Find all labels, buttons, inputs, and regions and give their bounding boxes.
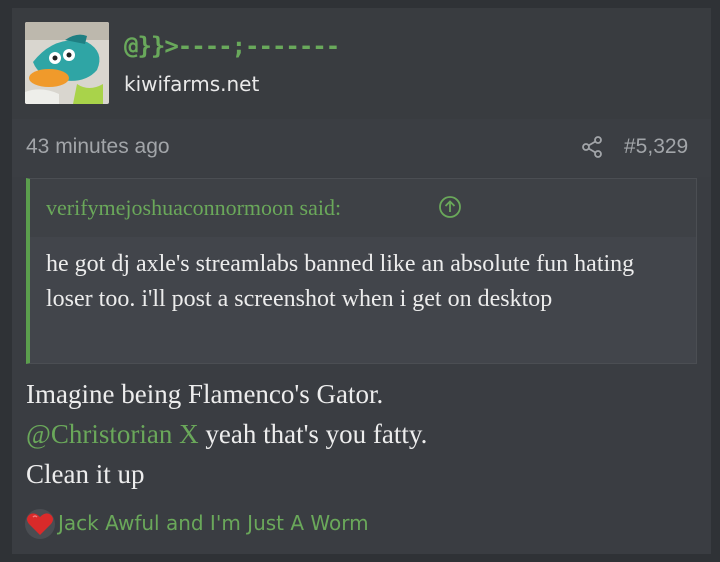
post-number-link[interactable]: #5,329 [624,135,688,159]
user-mention-link[interactable]: @Christorian X [26,419,199,449]
platypus-avatar-icon[interactable] [25,22,109,104]
quote-block: verifymejoshuaconnormoon said: he got dj… [26,178,697,364]
heart-icon[interactable] [24,508,56,540]
arrow-up-circle-icon[interactable] [438,195,462,219]
quote-text: he got dj axle's streamlabs banned like … [46,251,635,312]
message-line-2-text: yeah that's you fatty. [198,419,428,449]
username-link[interactable]: @}}>----;------- [124,32,340,60]
post-meta-bar: 43 minutes ago #5,329 [12,119,711,177]
message-line-1: Imagine being Flamenco's Gator. [26,379,384,409]
post-message: Imagine being Flamenco's Gator. @Christo… [26,374,696,494]
post-timestamp[interactable]: 43 minutes ago [26,135,170,159]
share-icon[interactable] [580,135,604,159]
reaction-list-link[interactable]: Jack Awful and I'm Just A Worm [58,511,369,535]
user-site-label: kiwifarms.net [124,72,260,96]
post-header: @}}>----;------- kiwifarms.net [12,8,711,119]
message-line-3: Clean it up [26,459,145,489]
quote-header: verifymejoshuaconnormoon said: [30,179,696,237]
post-card: @}}>----;------- kiwifarms.net 43 minute… [12,8,711,554]
quote-author-link[interactable]: verifymejoshuaconnormoon said: [46,195,341,221]
message-line-2: @Christorian X yeah that's you fatty. [26,414,696,454]
